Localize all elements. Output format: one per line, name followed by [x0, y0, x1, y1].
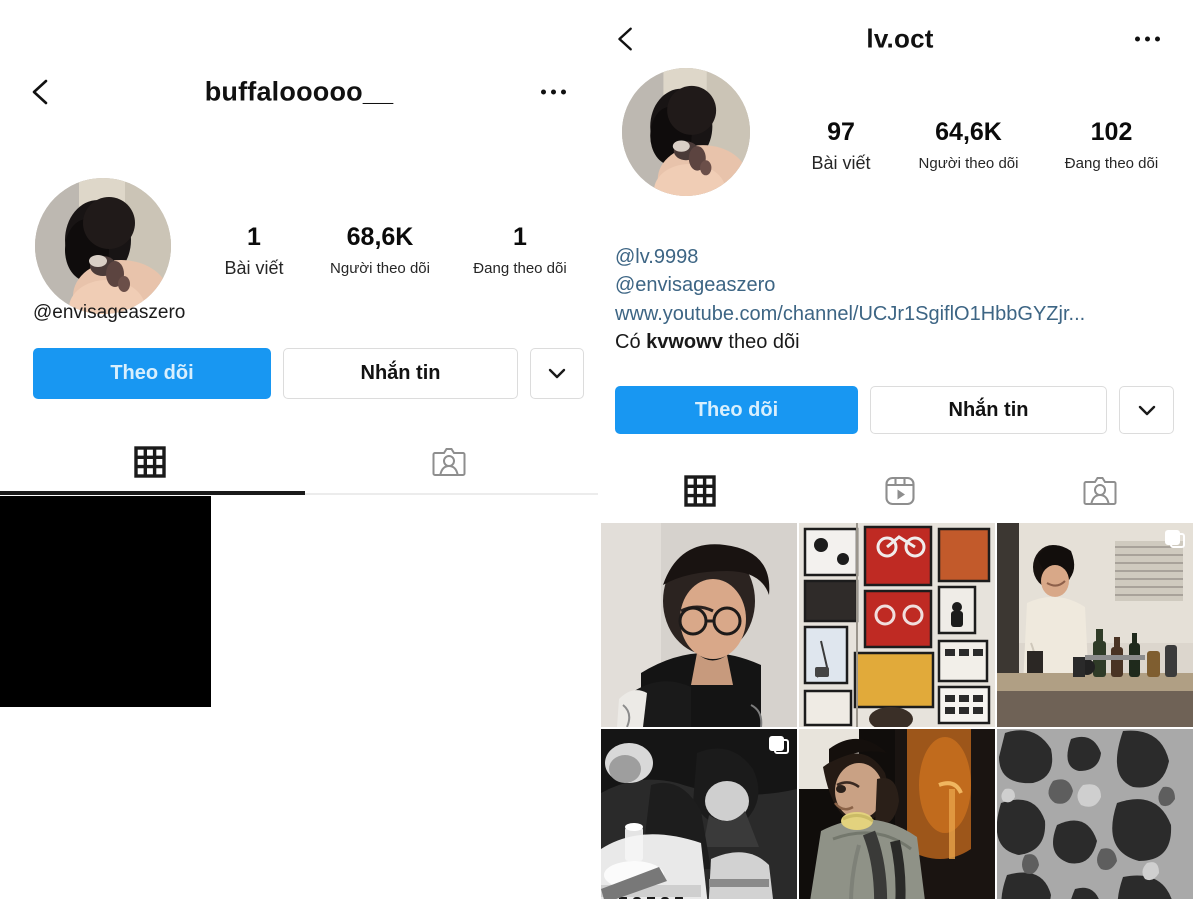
- stat-following[interactable]: 102 Đang theo dõi: [1040, 118, 1183, 173]
- carousel-icon: [1165, 530, 1185, 550]
- profile-comparison-screens: buffalooooo__ 1 Bài viết 68,6K Người the…: [0, 0, 1200, 899]
- stats-row: 1 Bài viết 68,6K Người theo dõi 1 Đang t…: [198, 223, 590, 280]
- stat-posts-value: 1: [247, 223, 261, 251]
- stat-followers-label: Người theo dõi: [918, 154, 1019, 172]
- follow-button[interactable]: Theo dõi: [33, 348, 271, 399]
- stat-following-value: 1: [513, 223, 527, 251]
- message-button[interactable]: Nhắn tin: [283, 348, 518, 399]
- bio-line[interactable]: @lv.9998: [615, 243, 1085, 271]
- message-button[interactable]: Nhắn tin: [870, 386, 1107, 434]
- bio-link: @envisageaszero: [33, 302, 186, 323]
- tab-grid[interactable]: [0, 446, 299, 478]
- stat-posts-label: Bài viết: [811, 152, 871, 173]
- tagged-icon: [432, 448, 465, 476]
- profile-panel-right: lv.oct 97 Bài viết 64,6K Người theo dõi …: [600, 0, 1200, 899]
- action-buttons: Theo dõi Nhắn tin: [33, 348, 584, 399]
- more-actions-button[interactable]: [530, 348, 584, 399]
- profile-tabs: [600, 458, 1200, 524]
- post-thumbnail[interactable]: [601, 523, 797, 727]
- stat-followers[interactable]: 68,6K Người theo dõi: [310, 223, 450, 278]
- stat-followers[interactable]: 64,6K Người theo dõi: [897, 118, 1040, 173]
- stat-followers-label: Người theo dõi: [330, 259, 430, 277]
- tab-reels[interactable]: [800, 474, 1000, 508]
- profile-tabs: [0, 429, 598, 495]
- stat-following-value: 102: [1090, 118, 1133, 146]
- bio-section: @envisageaszero: [33, 300, 185, 327]
- stats-row: 97 Bài viết 64,6K Người theo dõi 102 Đan…: [785, 118, 1183, 175]
- tab-grid[interactable]: [600, 475, 800, 507]
- followed-by-username: kvwowv: [646, 331, 723, 354]
- avatar[interactable]: [35, 178, 171, 314]
- post-thumbnail[interactable]: [799, 729, 995, 899]
- post-thumbnail[interactable]: [601, 729, 797, 899]
- chevron-down-icon: [548, 368, 566, 379]
- reels-icon: [885, 476, 915, 506]
- more-actions-button[interactable]: [1119, 386, 1174, 434]
- nav-bar: buffalooooo__: [0, 55, 598, 129]
- bio-section: @lv.9998 @envisageaszero www.youtube.com…: [615, 243, 1085, 357]
- stat-posts-label: Bài viết: [224, 257, 284, 278]
- avatar[interactable]: [622, 68, 750, 196]
- grid-icon: [133, 446, 166, 478]
- chevron-down-icon: [1138, 405, 1155, 415]
- stat-posts[interactable]: 1 Bài viết: [198, 223, 310, 280]
- followed-by-suffix: theo dõi: [722, 331, 800, 354]
- bio-line[interactable]: @envisageaszero: [33, 300, 185, 327]
- post-thumbnail[interactable]: [0, 496, 211, 707]
- followed-by-prefix: Có: [615, 331, 647, 354]
- post-thumbnail[interactable]: [997, 523, 1193, 727]
- page-title: buffalooooo__: [204, 76, 394, 107]
- stat-posts-value: 97: [827, 118, 855, 146]
- grid-icon: [684, 475, 716, 507]
- follow-button[interactable]: Theo dõi: [615, 386, 858, 434]
- post-thumbnail[interactable]: [799, 523, 995, 727]
- bio-mention-link: @lv.9998: [615, 246, 699, 268]
- post-grid: [601, 523, 1199, 899]
- bio-mention-link: @envisageaszero: [615, 274, 776, 297]
- profile-panel-left: buffalooooo__ 1 Bài viết 68,6K Người the…: [0, 55, 598, 899]
- tagged-icon: [1083, 477, 1117, 505]
- stat-following-label: Đang theo dõi: [1064, 154, 1159, 172]
- tab-active-underline: [0, 491, 305, 495]
- tab-tagged[interactable]: [1000, 473, 1200, 509]
- more-options-icon[interactable]: [541, 89, 566, 95]
- stat-followers-value: 68,6K: [346, 223, 414, 251]
- stat-posts[interactable]: 97 Bài viết: [785, 118, 897, 175]
- stat-followers-value: 64,6K: [935, 118, 1002, 146]
- stat-following[interactable]: 1 Đang theo dõi: [450, 223, 590, 278]
- post-thumbnail[interactable]: [997, 729, 1193, 899]
- bio-url-link: www.youtube.com/channel/UCJr1SgiflO1HbbG…: [615, 302, 1086, 325]
- page-title: lv.oct: [866, 23, 934, 54]
- bio-line[interactable]: @envisageaszero: [615, 271, 1085, 299]
- tab-tagged[interactable]: [299, 444, 598, 480]
- action-buttons: Theo dõi Nhắn tin: [615, 386, 1174, 434]
- stat-following-label: Đang theo dõi: [473, 259, 567, 277]
- bio-followed-by-line[interactable]: Có kvwowv theo dõi: [615, 328, 1085, 356]
- carousel-icon: [769, 736, 789, 756]
- nav-bar: lv.oct: [600, 0, 1200, 78]
- bio-line[interactable]: www.youtube.com/channel/UCJr1SgiflO1HbbG…: [615, 300, 1085, 328]
- more-options-icon[interactable]: [1135, 36, 1160, 42]
